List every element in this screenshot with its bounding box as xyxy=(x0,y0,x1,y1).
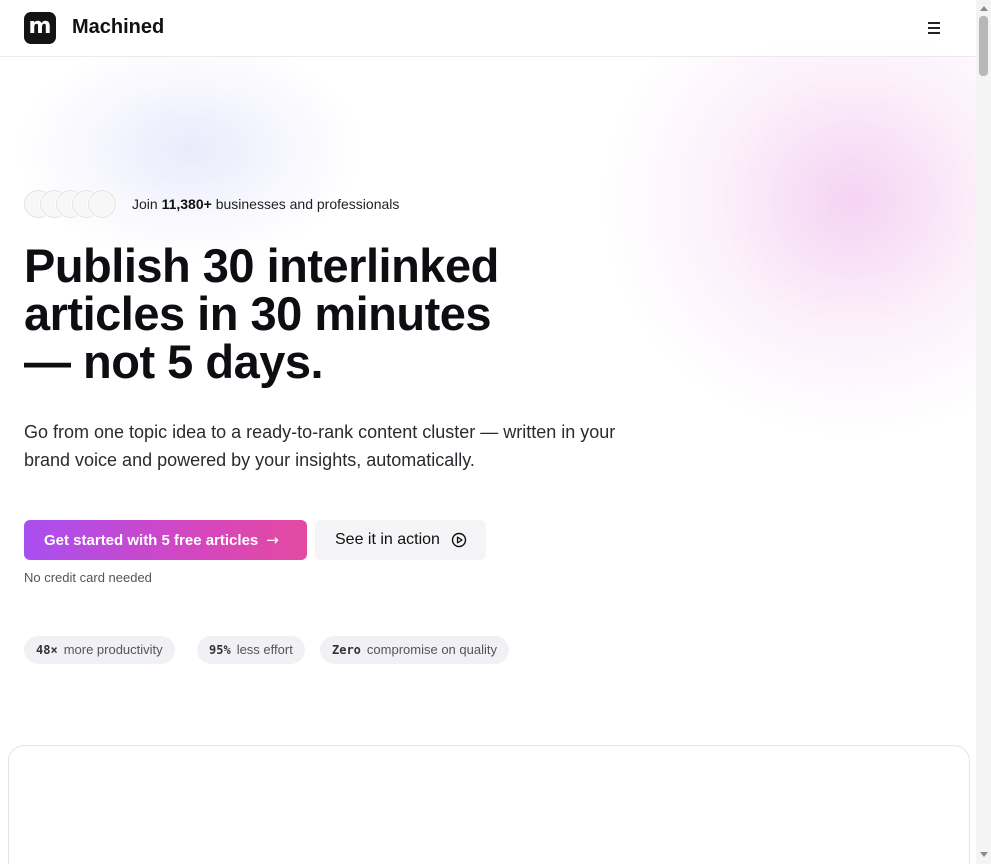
no-credit-card-note: No credit card needed xyxy=(24,570,152,585)
stat-value: Zero xyxy=(332,643,361,657)
brand-name[interactable]: Machined xyxy=(72,16,164,39)
social-proof-prefix: Join xyxy=(132,196,158,212)
background-glow-right xyxy=(600,40,976,440)
site-header: m Machined xyxy=(0,0,976,57)
stat-value: 95% xyxy=(209,643,231,657)
stat-label: less effort xyxy=(236,642,293,657)
hero-headline: Publish 30 interlinked articles in 30 mi… xyxy=(24,242,584,386)
see-it-in-action-label: See it in action xyxy=(335,531,440,548)
see-it-in-action-button[interactable]: See it in action xyxy=(315,520,486,560)
background-glow-left xyxy=(20,40,360,260)
stat-value: 48× xyxy=(36,643,58,657)
vertical-scrollbar[interactable] xyxy=(976,0,991,864)
play-circle-icon xyxy=(451,532,467,548)
get-started-label: Get started with 5 free articles xyxy=(44,532,259,549)
scrollbar-thumb[interactable] xyxy=(979,16,988,76)
headline-line: Publish 30 interlinked xyxy=(24,239,499,292)
avatar xyxy=(88,190,116,218)
avatar-stack xyxy=(24,190,120,218)
hamburger-menu-icon[interactable] xyxy=(922,16,946,40)
scroll-up-arrow-icon[interactable] xyxy=(980,6,988,11)
arrow-right-icon: → xyxy=(266,531,279,549)
hero-subcopy: Go from one topic idea to a ready-to-ran… xyxy=(24,422,616,470)
product-preview-card xyxy=(8,745,970,864)
stat-label: more productivity xyxy=(63,642,163,657)
stat-pill-quality: Zero compromise on quality xyxy=(320,636,509,664)
social-proof-text: Join 11,380+ businesses and professional… xyxy=(132,196,399,212)
page: m Machined Join 11,380+ businesses and p… xyxy=(0,0,976,864)
headline-line: — not 5 days. xyxy=(24,335,324,388)
scroll-down-arrow-icon[interactable] xyxy=(980,852,988,857)
stat-label: compromise on quality xyxy=(366,642,497,657)
stat-pill-productivity: 48× more productivity xyxy=(24,636,175,664)
stat-pill-effort: 95% less effort xyxy=(197,636,305,664)
social-proof-count: 11,380+ xyxy=(161,196,212,212)
social-proof-suffix: businesses and professionals xyxy=(215,196,400,212)
get-started-button[interactable]: Get started with 5 free articles → xyxy=(24,520,307,560)
headline-line: articles in 30 minutes xyxy=(24,287,492,340)
logo-mark[interactable]: m xyxy=(24,12,56,44)
